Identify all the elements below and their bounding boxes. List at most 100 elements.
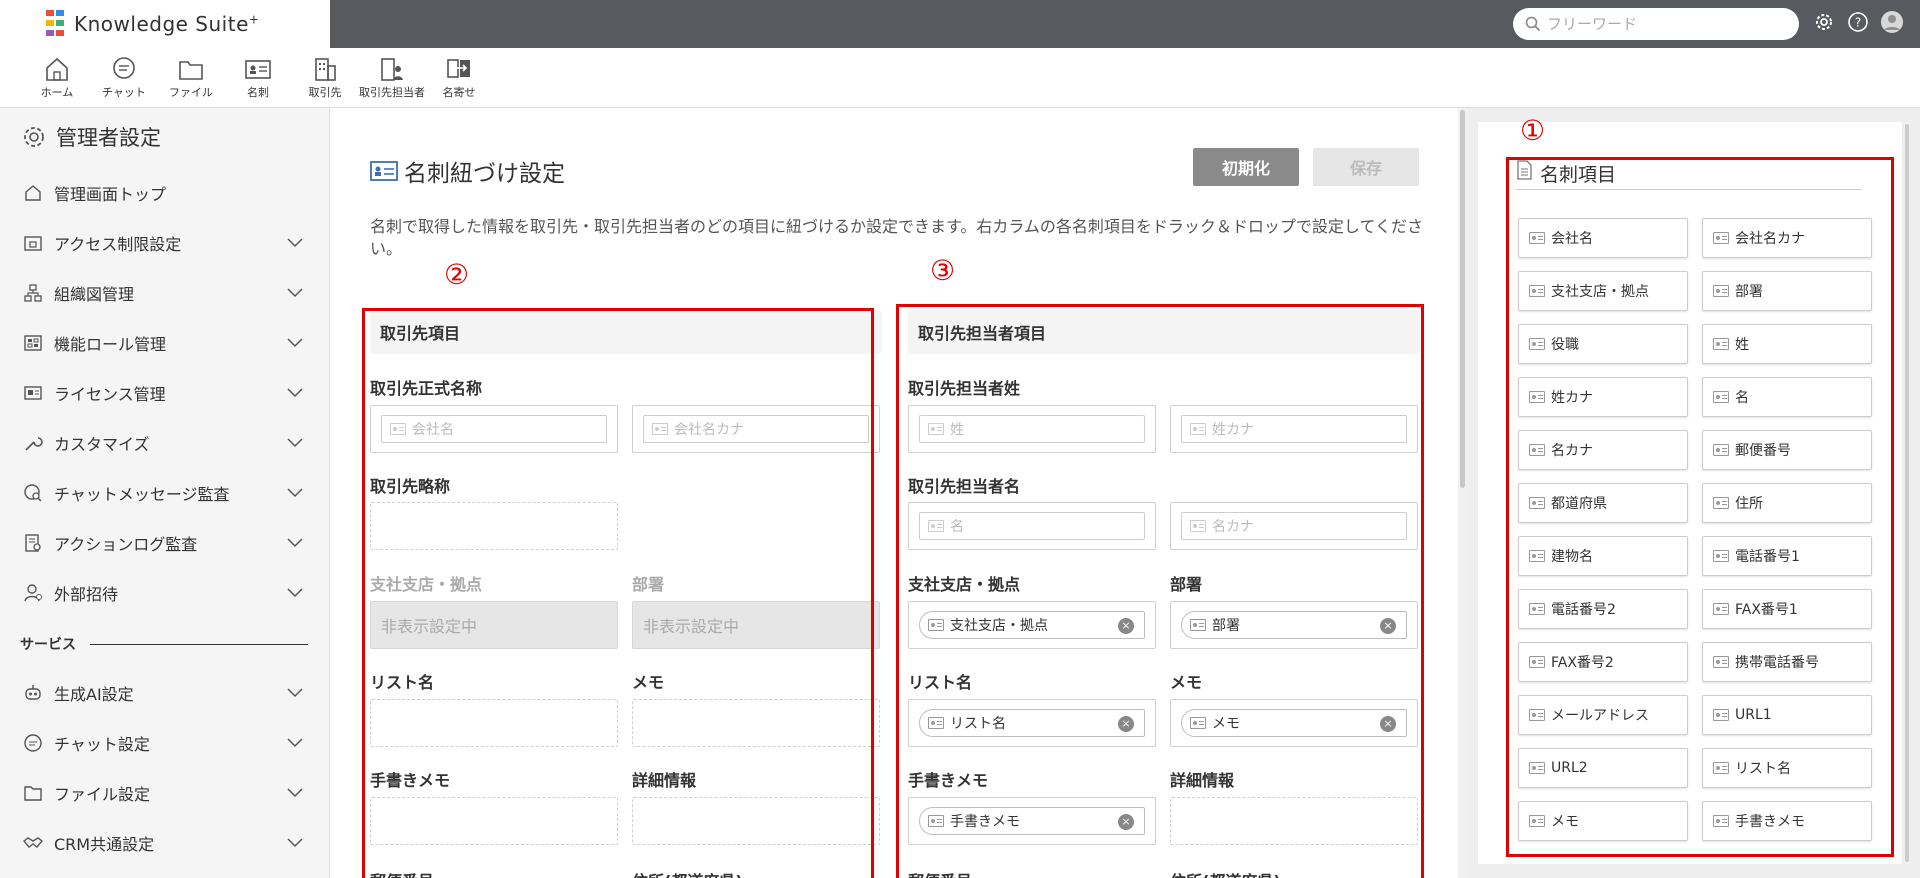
app-logo[interactable]: Knowledge Suite+ [0,0,330,48]
chevron-down-icon[interactable] [286,386,304,398]
sidebar-item-role[interactable]: 機能ロール管理 [22,328,304,358]
field-label-account-short-name: 取引先略称 [370,477,451,496]
remove-icon[interactable]: × [1380,716,1396,732]
chevron-down-icon[interactable] [286,536,304,548]
appbar-home[interactable]: ホーム [24,56,90,100]
chevron-down-icon[interactable] [286,836,304,848]
chevron-down-icon[interactable] [286,486,304,498]
appbar-chat[interactable]: チャット [91,56,157,100]
card-item-draggable[interactable]: リスト名 [1702,748,1872,788]
card-item-draggable[interactable]: 姓 [1702,324,1872,364]
card-item-draggable[interactable]: メールアドレス [1518,695,1688,735]
field-label-account-list-name: リスト名 [370,673,435,692]
scrollbar-thumb[interactable] [1905,124,1909,862]
card-item-draggable[interactable]: 建物名 [1518,536,1688,576]
dropzone-account-details[interactable] [632,797,880,845]
chevron-down-icon[interactable] [286,336,304,348]
dropzone-contact-list-name[interactable]: リスト名 × [908,699,1156,747]
sidebar-item-license[interactable]: ライセンス管理 [22,378,304,408]
home-icon [22,182,44,204]
gear-icon[interactable] [1812,10,1836,34]
dropzone-account-memo[interactable] [632,699,880,747]
appbar-file[interactable]: ファイル [158,56,224,100]
remove-icon[interactable]: × [1118,716,1134,732]
mapped-chip[interactable]: 手書きメモ × [919,807,1145,835]
card-item-draggable[interactable]: URL2 [1518,748,1688,788]
sidebar-item-crm-common[interactable]: CRM共通設定 [22,828,304,858]
dropzone-contact-last-name-2[interactable]: 姓カナ [1170,405,1418,453]
dropzone-contact-last-name-1[interactable]: 姓 [908,405,1156,453]
card-item-draggable[interactable]: 電話番号1 [1702,536,1872,576]
search-box[interactable] [1513,8,1799,40]
remove-icon[interactable]: × [1118,814,1134,830]
sidebar-item-external-invite[interactable]: 外部招待 [22,578,304,608]
dropzone-contact-first-name-2[interactable]: 名カナ [1170,502,1418,550]
dropzone-account-official-name-1[interactable]: 会社名 [370,405,618,453]
card-item-draggable[interactable]: 携帯電話番号 [1702,642,1872,682]
card-item-draggable[interactable]: 名 [1702,377,1872,417]
sidebar-item-chat-settings[interactable]: チャット設定 [22,728,304,758]
chevron-down-icon[interactable] [286,786,304,798]
dropzone-contact-details[interactable] [1170,797,1418,845]
sidebar-item-customize[interactable]: カスタマイズ [22,428,304,458]
mapped-chip[interactable]: 部署 × [1181,611,1407,639]
help-icon[interactable]: ? [1846,10,1870,34]
chevron-down-icon[interactable] [286,286,304,298]
card-item-draggable[interactable]: 会社名 [1518,218,1688,258]
card-item-draggable[interactable]: 会社名カナ [1702,218,1872,258]
sidebar-item-chat-audit[interactable]: チャットメッセージ監査 [22,478,304,508]
appbar-business-card[interactable]: 名刺 [225,56,291,100]
chevron-down-icon[interactable] [286,236,304,248]
chevron-down-icon[interactable] [286,436,304,448]
scrollbar-thumb[interactable] [1460,110,1465,488]
mapped-chip[interactable]: リスト名 × [919,709,1145,737]
dropzone-contact-branch[interactable]: 支社支店・拠点 × [908,601,1156,649]
reset-button[interactable]: 初期化 [1193,148,1299,186]
mapped-chip[interactable]: メモ × [1181,709,1407,737]
dropzone-contact-handwritten-memo[interactable]: 手書きメモ × [908,797,1156,845]
mapped-chip[interactable]: 支社支店・拠点 × [919,611,1145,639]
remove-icon[interactable]: × [1380,618,1396,634]
appbar-accounts[interactable]: 取引先 [292,56,358,100]
dropzone-contact-first-name-1[interactable]: 名 [908,502,1156,550]
sidebar-item-org-chart[interactable]: 組織図管理 [22,278,304,308]
card-item-draggable[interactable]: メモ [1518,801,1688,841]
card-item-draggable[interactable]: 役職 [1518,324,1688,364]
card-item-draggable[interactable]: FAX番号2 [1518,642,1688,682]
dropzone-account-list-name[interactable] [370,699,618,747]
sidebar-item-action-log[interactable]: アクションログ監査 [22,528,304,558]
appbar-contacts[interactable]: 取引先担当者 [359,56,425,100]
chevron-down-icon[interactable] [286,686,304,698]
main-scrollbar[interactable] [1458,108,1468,878]
card-item-draggable[interactable]: 部署 [1702,271,1872,311]
avatar[interactable] [1880,10,1904,34]
save-button[interactable]: 保存 [1313,148,1419,186]
search-input[interactable] [1547,15,1777,33]
card-item-draggable[interactable]: URL1 [1702,695,1872,735]
sidebar-item-admin-top[interactable]: 管理画面トップ [22,178,304,208]
dropzone-contact-memo[interactable]: メモ × [1170,699,1418,747]
dropzone-account-handwritten-memo[interactable] [370,797,618,845]
card-item-draggable[interactable]: 郵便番号 [1702,430,1872,470]
card-item-draggable[interactable]: 都道府県 [1518,483,1688,523]
card-item-draggable[interactable]: 支社支店・拠点 [1518,271,1688,311]
dropzone-account-short-name[interactable] [370,502,618,550]
dropzone-contact-department[interactable]: 部署 × [1170,601,1418,649]
sidebar-item-access-control[interactable]: アクセス制限設定 [22,228,304,258]
chat-icon [113,57,135,79]
card-item-draggable[interactable]: 姓カナ [1518,377,1688,417]
card-item-draggable[interactable]: FAX番号1 [1702,589,1872,629]
card-item-draggable[interactable]: 電話番号2 [1518,589,1688,629]
dropzone-account-official-name-2[interactable]: 会社名カナ [632,405,880,453]
chevron-down-icon[interactable] [286,736,304,748]
card-item-draggable[interactable]: 名カナ [1518,430,1688,470]
appbar-merge[interactable]: 名寄せ [426,56,492,100]
sidebar-item-genai[interactable]: 生成AI設定 [22,678,304,708]
placeholder-chip: 名 [919,512,1145,540]
card-item-draggable[interactable]: 手書きメモ [1702,801,1872,841]
right-scrollbar[interactable] [1904,122,1910,864]
chevron-down-icon[interactable] [286,586,304,598]
card-item-draggable[interactable]: 住所 [1702,483,1872,523]
remove-icon[interactable]: × [1118,618,1134,634]
sidebar-item-file-settings[interactable]: ファイル設定 [22,778,304,808]
